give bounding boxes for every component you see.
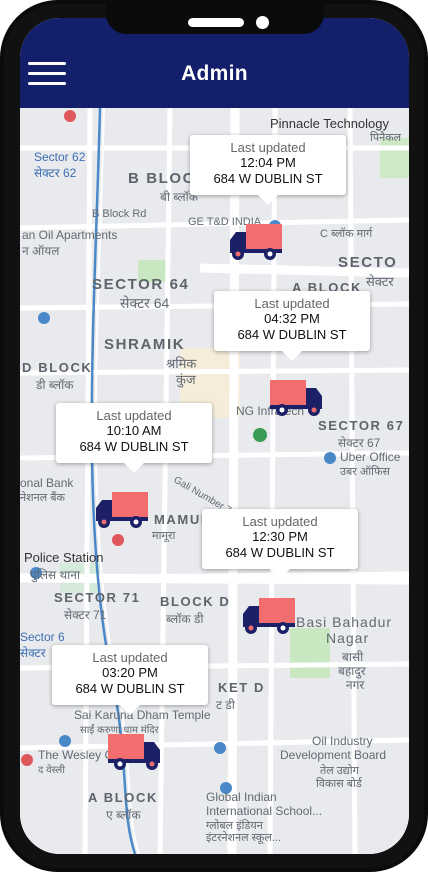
map-label-secto: SECTO bbox=[338, 254, 398, 271]
vehicle-callout[interactable]: Last updated 10:10 AM 684 W DUBLIN ST bbox=[56, 403, 212, 473]
map-label-cblock-marg: C ब्लॉक मार्ग bbox=[320, 228, 373, 240]
map-view[interactable]: Pinnacle Technology पिनैकल Sector 62 सेक… bbox=[20, 108, 409, 854]
delivery-truck-icon[interactable] bbox=[106, 732, 162, 772]
map-label-ket: KET D bbox=[218, 680, 265, 695]
map-label-basi2: Nagar bbox=[326, 630, 370, 646]
last-updated-time: 03:20 PM bbox=[102, 665, 158, 680]
map-label-wesley-hi: द वेस्ली bbox=[38, 765, 65, 776]
last-updated-time: 10:10 AM bbox=[106, 423, 162, 438]
map-label-secto-hi: सेक्टर bbox=[366, 274, 394, 289]
map-label-sector6: Sector 6 bbox=[20, 630, 65, 644]
map-label-sector64: SECTOR 64 bbox=[92, 276, 190, 293]
vehicle-address: 684 W DUBLIN ST bbox=[225, 545, 335, 560]
delivery-truck-icon[interactable] bbox=[241, 596, 297, 636]
map-label-basi: Basi Bahadur bbox=[296, 614, 393, 630]
map-label-uber-hi: उबर ऑफिस bbox=[340, 466, 390, 478]
delivery-truck-icon[interactable] bbox=[228, 222, 284, 262]
map-label-shramik: SHRAMIK bbox=[104, 336, 186, 353]
camera-icon bbox=[256, 16, 269, 29]
vehicle-callout[interactable]: Last updated 12:04 PM 684 W DUBLIN ST bbox=[190, 135, 346, 205]
speaker-icon bbox=[188, 18, 244, 27]
map-label-nat-bank-hi: नेशनल बैंक bbox=[20, 492, 65, 504]
map-label-dblock2-hi: ब्लॉक डी bbox=[166, 612, 204, 626]
map-label-oil-apts: an Oil Apartments bbox=[22, 228, 118, 242]
last-updated-time: 12:04 PM bbox=[240, 155, 296, 170]
map-label-sector67: SECTOR 67 bbox=[318, 418, 405, 433]
map-label-ablock2: A BLOCK bbox=[88, 790, 158, 805]
last-updated-label: Last updated bbox=[230, 140, 306, 155]
vehicle-address: 684 W DUBLIN ST bbox=[237, 327, 347, 342]
map-label-global-hi2: इंटरनेशनल स्कूल... bbox=[206, 832, 282, 844]
map-label-shramik-hi2: कुंज bbox=[176, 372, 196, 387]
last-updated-time: 12:30 PM bbox=[252, 529, 308, 544]
map-label-sector64-hi: सेक्टर 64 bbox=[120, 295, 170, 311]
last-updated-time: 04:32 PM bbox=[264, 311, 320, 326]
page-title: Admin bbox=[181, 62, 248, 85]
map-label-basi-hi3: नगर bbox=[346, 678, 365, 692]
map-label-pinnacle-hi: पिनैकल bbox=[370, 132, 402, 144]
last-updated-label: Last updated bbox=[254, 296, 330, 311]
map-label-oil-apts-hi: न ऑयल bbox=[22, 244, 60, 258]
map-label-police: Police Station bbox=[24, 550, 104, 565]
map-label-pinnacle: Pinnacle Technology bbox=[270, 116, 390, 131]
map-label-oil-dev2: Development Board bbox=[280, 748, 387, 762]
map-label-global: Global Indian bbox=[206, 790, 277, 804]
map-label-sector62-hi: सेक्टर 62 bbox=[34, 166, 77, 180]
last-updated-label: Last updated bbox=[242, 514, 318, 529]
map-label-sector62: Sector 62 bbox=[34, 150, 86, 164]
map-label-dblock2: BLOCK D bbox=[160, 594, 231, 609]
map-label-oil-dev-hi2: विकास बोर्ड bbox=[316, 778, 362, 790]
map-label-global2: International School... bbox=[206, 804, 323, 818]
map-label-wesley: The Wesley G bbox=[38, 748, 114, 762]
map-label-dblock: D BLOCK bbox=[22, 360, 93, 375]
map-label-dblock-hi: डी ब्लॉक bbox=[36, 378, 74, 392]
map-label-sai: Sai Karuna Dham Temple bbox=[74, 708, 211, 722]
vehicle-address: 684 W DUBLIN ST bbox=[213, 171, 323, 186]
app-screen: Pinnacle Technology पिनैकल Sector 62 सेक… bbox=[20, 18, 409, 854]
delivery-truck-icon[interactable] bbox=[268, 378, 324, 418]
vehicle-callout[interactable]: Last updated 03:20 PM 684 W DUBLIN ST bbox=[52, 645, 208, 715]
last-updated-label: Last updated bbox=[96, 408, 172, 423]
map-label-mamura-hi: मामूरा bbox=[152, 530, 176, 542]
vehicle-callout[interactable]: Last updated 12:30 PM 684 W DUBLIN ST bbox=[202, 509, 358, 579]
map-label-uber: Uber Office bbox=[340, 450, 401, 464]
map-label-sector67-hi: सेक्टर 67 bbox=[338, 436, 381, 450]
map-label-ket-hi: ट डी bbox=[216, 698, 235, 712]
map-label-ablock2-hi: ए ब्लॉक bbox=[106, 808, 141, 822]
map-label-nat-bank: onal Bank bbox=[20, 476, 74, 490]
map-label-sector6-hi: सेक्टर bbox=[20, 646, 46, 660]
vehicle-address: 684 W DUBLIN ST bbox=[79, 439, 189, 454]
last-updated-label: Last updated bbox=[92, 650, 168, 665]
phone-notch bbox=[106, 0, 324, 34]
map-label-sector71-hi: सेक्टर 71 bbox=[64, 608, 107, 622]
vehicle-address: 684 W DUBLIN ST bbox=[75, 681, 185, 696]
delivery-truck-icon[interactable] bbox=[94, 490, 150, 530]
map-label-sector71: SECTOR 71 bbox=[54, 590, 141, 605]
vehicle-callout[interactable]: Last updated 04:32 PM 684 W DUBLIN ST bbox=[214, 291, 370, 361]
map-label-oil-dev: Oil Industry bbox=[312, 734, 373, 748]
map-label-bblock-road: B Block Rd bbox=[92, 208, 147, 220]
map-label-police-hi: पुलिस थाना bbox=[30, 568, 81, 582]
